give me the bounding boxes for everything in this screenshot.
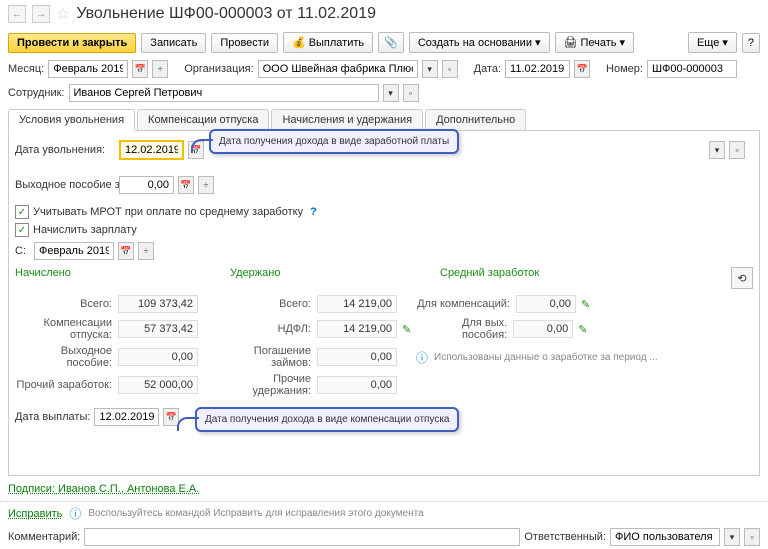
org-input[interactable] (258, 60, 418, 78)
from-spin[interactable]: ÷ (138, 242, 154, 260)
tab-conditions[interactable]: Условия увольнения (8, 109, 135, 131)
avg-comp-label: Для компенсаций: (413, 298, 513, 310)
org-label: Организация: (184, 63, 253, 75)
callout-salary-date: Дата получения дохода в виде заработной … (209, 129, 459, 154)
loan-value: 0,00 (317, 348, 397, 366)
resp-input[interactable] (610, 528, 720, 546)
month-input[interactable] (48, 60, 128, 78)
tab-compensations[interactable]: Компенсации отпуска (137, 109, 269, 130)
resp-dd[interactable]: ▾ (724, 528, 740, 546)
salary-label: Начислить зарплату (33, 224, 137, 236)
help-button[interactable]: ? (742, 33, 760, 53)
ndfl-value: 14 219,00 (317, 320, 397, 338)
submit-button[interactable]: Провести (211, 33, 278, 53)
tab-additional[interactable]: Дополнительно (425, 109, 526, 130)
resp-open[interactable]: ▫ (744, 528, 760, 546)
avg-info-text: Использованы данные о заработке за перио… (434, 352, 658, 363)
header-avg: Средний заработок (440, 267, 731, 289)
attach-button[interactable]: 📎 (378, 32, 404, 53)
from-cal-icon[interactable]: 📅 (118, 242, 134, 260)
total-label: Всего: (15, 298, 115, 310)
create-based-button[interactable]: Создать на основании ▾ (409, 32, 550, 53)
refresh-button[interactable]: ⟲ (731, 267, 753, 289)
favorite-icon[interactable]: ☆ (56, 4, 70, 24)
more-button[interactable]: Еще ▾ (688, 32, 737, 53)
avg-sev-value: 0,00 (513, 320, 573, 338)
page-title: Увольнение ШФ00-000003 от 11.02.2019 (76, 5, 376, 23)
employee-input[interactable] (69, 84, 379, 102)
clip-icon: 📎 (384, 36, 398, 49)
mrot-checkbox[interactable] (15, 205, 29, 219)
basis-dd[interactable]: ▾ (709, 141, 725, 159)
avg-sev-label: Для вых. пособия: (414, 317, 510, 341)
avg-comp-edit-icon[interactable]: ✎ (581, 298, 590, 311)
org-open[interactable]: ▫ (442, 60, 458, 78)
held-total-label: Всего: (224, 298, 314, 310)
severance-spin[interactable]: ÷ (198, 176, 214, 194)
callout-comp-date: Дата получения дохода в виде компенсации… (195, 407, 459, 432)
month-label: Месяц: (8, 63, 44, 75)
fix-hint: Воспользуйтесь командой Исправить для ис… (88, 508, 423, 519)
avg-sev-edit-icon[interactable]: ✎ (578, 323, 587, 336)
from-input[interactable] (34, 242, 114, 260)
severance-calc-icon[interactable]: 📅 (178, 176, 194, 194)
other-value: 52 000,00 (118, 376, 198, 394)
severance-label: Выходное пособие за: (15, 179, 115, 191)
date-cal-icon[interactable]: 📅 (574, 60, 590, 78)
salary-checkbox[interactable] (15, 223, 29, 237)
nav-back[interactable]: ← (8, 5, 26, 23)
sev-label: Выходное пособие: (15, 345, 115, 369)
severance-input[interactable] (119, 176, 174, 194)
printer-icon: 🖨 (564, 36, 578, 49)
number-label: Номер: (606, 63, 643, 75)
print-button[interactable]: 🖨Печать ▾ (555, 32, 635, 53)
header-accrued: Начислено (15, 267, 230, 289)
held-total-value: 14 219,00 (317, 295, 397, 313)
mrot-help-icon[interactable]: ? (310, 206, 317, 218)
save-button[interactable]: Записать (141, 33, 206, 53)
cash-icon: 💰 (292, 36, 306, 49)
fix-info-icon: ⓘ (69, 505, 81, 522)
employee-label: Сотрудник: (8, 87, 65, 99)
payment-date-label: Дата выплаты: (15, 411, 90, 423)
date-input[interactable] (505, 60, 570, 78)
info-icon: ⓘ (416, 349, 428, 366)
ndfl-label: НДФЛ: (224, 323, 314, 335)
sev-value: 0,00 (118, 348, 198, 366)
comp-label: Компенсации отпуска: (15, 317, 115, 341)
date-label: Дата: (474, 63, 501, 75)
emp-dd[interactable]: ▾ (383, 84, 399, 102)
loan-label: Погашение займов: (224, 345, 314, 369)
nav-fwd[interactable]: → (32, 5, 50, 23)
avg-comp-value: 0,00 (516, 295, 576, 313)
basis-open[interactable]: ▫ (729, 141, 745, 159)
tab-accruals[interactable]: Начисления и удержания (271, 109, 423, 130)
month-spin[interactable]: ÷ (152, 60, 168, 78)
dismiss-date-input[interactable] (119, 140, 184, 160)
comp-value: 57 373,42 (118, 320, 198, 338)
fix-link[interactable]: Исправить (8, 508, 62, 520)
month-cal-icon[interactable]: 📅 (132, 60, 148, 78)
from-label: С: (15, 245, 30, 257)
other-held-label: Прочие удержания: (224, 373, 314, 397)
header-withheld: Удержано (230, 267, 440, 289)
mrot-label: Учитывать МРОТ при оплате по среднему за… (33, 206, 303, 218)
payment-date-input[interactable] (94, 408, 159, 426)
resp-label: Ответственный: (524, 531, 606, 543)
payout-button[interactable]: 💰Выплатить (283, 32, 373, 53)
comment-input[interactable] (84, 528, 520, 546)
org-dd[interactable]: ▾ (422, 60, 438, 78)
submit-close-button[interactable]: Провести и закрыть (8, 33, 136, 53)
emp-open[interactable]: ▫ (403, 84, 419, 102)
signatures-link[interactable]: Подписи: Иванов С.П., Антонова Е.А. (8, 483, 199, 495)
other-label: Прочий заработок: (15, 379, 115, 391)
ndfl-edit-icon[interactable]: ✎ (402, 323, 411, 336)
number-input[interactable] (647, 60, 737, 78)
total-value: 109 373,42 (118, 295, 198, 313)
dismiss-date-label: Дата увольнения: (15, 144, 115, 156)
other-held-value: 0,00 (317, 376, 397, 394)
comment-label: Комментарий: (8, 531, 80, 543)
